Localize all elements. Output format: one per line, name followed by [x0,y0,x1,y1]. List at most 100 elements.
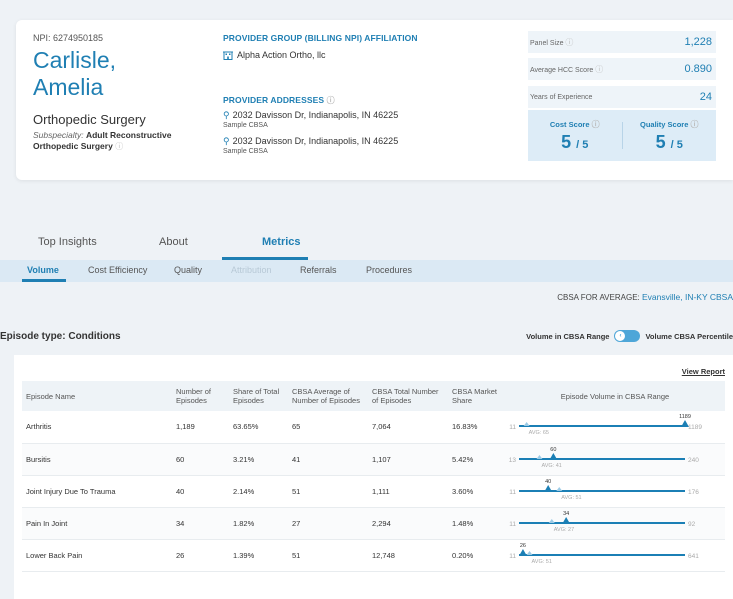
experience-row: Years of Experience 24 [528,86,716,108]
subspecialty-label: Subspecialty: [33,130,84,140]
value-marker [562,516,571,524]
provider-profile-card: NPI: 6274950185 Carlisle, Amelia Orthope… [16,20,733,180]
episode-name-cell: Lower Back Pain [22,539,172,572]
npi-number: NPI: 6274950185 [33,33,104,43]
header-episode-name[interactable]: Episode Name [22,381,172,411]
table-row[interactable]: Arthritis 1,189 63.65% 65 7,064 16.83% 11 1189 A… [22,411,725,444]
group-name-link[interactable]: Alpha Action Ortho, llc [237,50,326,60]
range-min-label: 11 [509,553,516,560]
table-row[interactable]: Joint Injury Due To Trauma 40 2.14% 51 1,111… [22,475,725,508]
value-marker [518,548,527,556]
provider-addresses-title: PROVIDER ADDRESSES ⓘ [223,95,335,106]
provider-subspecialty: Subspecialty: Adult Reconstructive Ortho… [33,130,208,152]
episodes-cell: 40 [172,475,229,508]
episode-table: Episode Name Number of Episodes Share of… [22,381,725,572]
subtab-volume[interactable]: Volume [27,265,59,275]
hcc-score-label: Average HCC Score ⓘ [530,64,604,74]
cbsa-average-cell: 51 [288,475,368,508]
toggle-label-range: Volume in CBSA Range [526,331,610,341]
value-marker [544,484,553,492]
share-cell: 2.14% [229,475,288,508]
info-icon[interactable]: ⓘ [595,65,603,74]
value-label: 1189 [679,414,691,420]
address-street: 2032 Davisson Dr, Indianapolis, IN 46225 [232,110,399,120]
table-row[interactable]: Pain In Joint 34 1.82% 27 2,294 1.48% 11 92 AVG:… [22,507,725,540]
quality-score-value: 5 / 5 [655,131,683,152]
header-share-of-total[interactable]: Share of Total Episodes [229,381,288,411]
range-min-label: 13 [509,457,517,464]
header-cbsa-market-share[interactable]: CBSA Market Share [448,381,505,411]
volume-range-cell: 11 176 AVG: 51 40 [505,475,725,508]
cbsa-average-cell: 65 [288,411,368,444]
map-pin-icon: ⚲ [223,110,230,120]
cbsa-for-average-link[interactable]: Evansville, IN-KY CBSA [642,292,733,302]
market-share-cell: 16.83% [448,411,505,444]
address-item: ⚲ 2032 Davisson Dr, Indianapolis, IN 4622… [223,110,398,129]
hcc-score-row: Average HCC Score ⓘ 0.890 [528,58,716,80]
cbsa-for-average-label: CBSA FOR AVERAGE: [557,293,640,302]
cbsa-total-cell: 1,111 [368,475,448,508]
cbsa-for-average: CBSA FOR AVERAGE: Evansville, IN-KY CBSA [557,292,733,302]
tab-about[interactable]: About [159,236,188,248]
quality-score-label: Quality Score ⓘ [640,119,699,129]
table-header-row: Episode Name Number of Episodes Share of… [22,381,725,411]
cbsa-average-cell: 41 [288,443,368,476]
scores-box: Cost Score ⓘ 5 / 5 Quality Score ⓘ 5 / 5 [528,110,716,161]
volume-range-bar: 11 176 AVG: 51 40 [509,479,699,501]
experience-value: 24 [699,91,712,103]
range-min-label: 11 [509,424,516,431]
app-root: NPI: 6274950185 Carlisle, Amelia Orthope… [0,0,733,599]
episodes-cell: 1,189 [172,411,229,444]
header-volume-range: Episode Volume in CBSA Range [505,381,725,411]
value-marker [549,452,558,460]
average-label: AVG: 51 [532,559,552,565]
map-pin-icon: ⚲ [223,136,230,146]
group-affiliation-title: PROVIDER GROUP (BILLING NPI) AFFILIATION [223,33,418,43]
tab-top-insights[interactable]: Top Insights [38,236,97,248]
episode-name-cell: Arthritis [22,411,172,444]
view-report-link[interactable]: View Report [682,367,725,376]
info-icon[interactable]: ⓘ [115,142,123,151]
header-cbsa-average[interactable]: CBSA Average of Number of Episodes [288,381,368,411]
header-number-of-episodes[interactable]: Number of Episodes [172,381,229,411]
info-icon[interactable]: ⓘ [592,120,600,129]
cbsa-total-cell: 12,748 [368,539,448,572]
range-max-label: 1189 [688,424,702,431]
main-tabs: Top Insights About Metrics [0,232,733,260]
toggle-knob: ‹ [615,331,626,341]
average-marker [526,550,533,555]
active-subtab-indicator [22,279,66,282]
episodes-cell: 34 [172,507,229,540]
subtab-procedures[interactable]: Procedures [366,265,412,275]
cost-score-label: Cost Score ⓘ [549,119,600,129]
info-icon[interactable]: ⓘ [327,96,335,105]
table-body: Arthritis 1,189 63.65% 65 7,064 16.83% 11 1189 A… [22,411,725,572]
episode-table-card: View Report Episode Name Number of Episo… [14,355,733,599]
table-row[interactable]: Lower Back Pain 26 1.39% 51 12,748 0.20% 11 641… [22,539,725,572]
provider-name-line1: Carlisle, [33,47,117,73]
subtab-quality[interactable]: Quality [174,265,202,275]
subtab-referrals[interactable]: Referrals [300,265,337,275]
tab-metrics[interactable]: Metrics [262,236,301,248]
average-label: AVG: 65 [529,430,549,436]
subtab-cost-efficiency[interactable]: Cost Efficiency [88,265,147,275]
quality-score: Quality Score ⓘ 5 / 5 [623,110,717,161]
toggle-label-percentile: Volume CBSA Percentile [645,331,733,341]
cbsa-average-cell: 51 [288,539,368,572]
table-row[interactable]: Bursitis 60 3.21% 41 1,107 5.42% 13 240 AVG: 41 6… [22,443,725,476]
share-cell: 63.65% [229,411,288,444]
cbsa-total-cell: 7,064 [368,411,448,444]
range-percentile-toggle[interactable]: ‹ [614,330,641,342]
value-label: 26 [520,543,526,549]
range-max-label: 641 [688,553,699,560]
share-cell: 1.39% [229,539,288,572]
average-marker [556,486,563,491]
share-cell: 1.82% [229,507,288,540]
header-cbsa-total[interactable]: CBSA Total Number of Episodes [368,381,448,411]
average-marker [548,518,555,523]
range-max-label: 240 [688,457,699,464]
volume-range-cell: 11 641 AVG: 51 26 [505,539,725,572]
info-icon[interactable]: ⓘ [690,120,698,129]
building-icon [223,51,233,60]
info-icon[interactable]: ⓘ [565,38,573,47]
